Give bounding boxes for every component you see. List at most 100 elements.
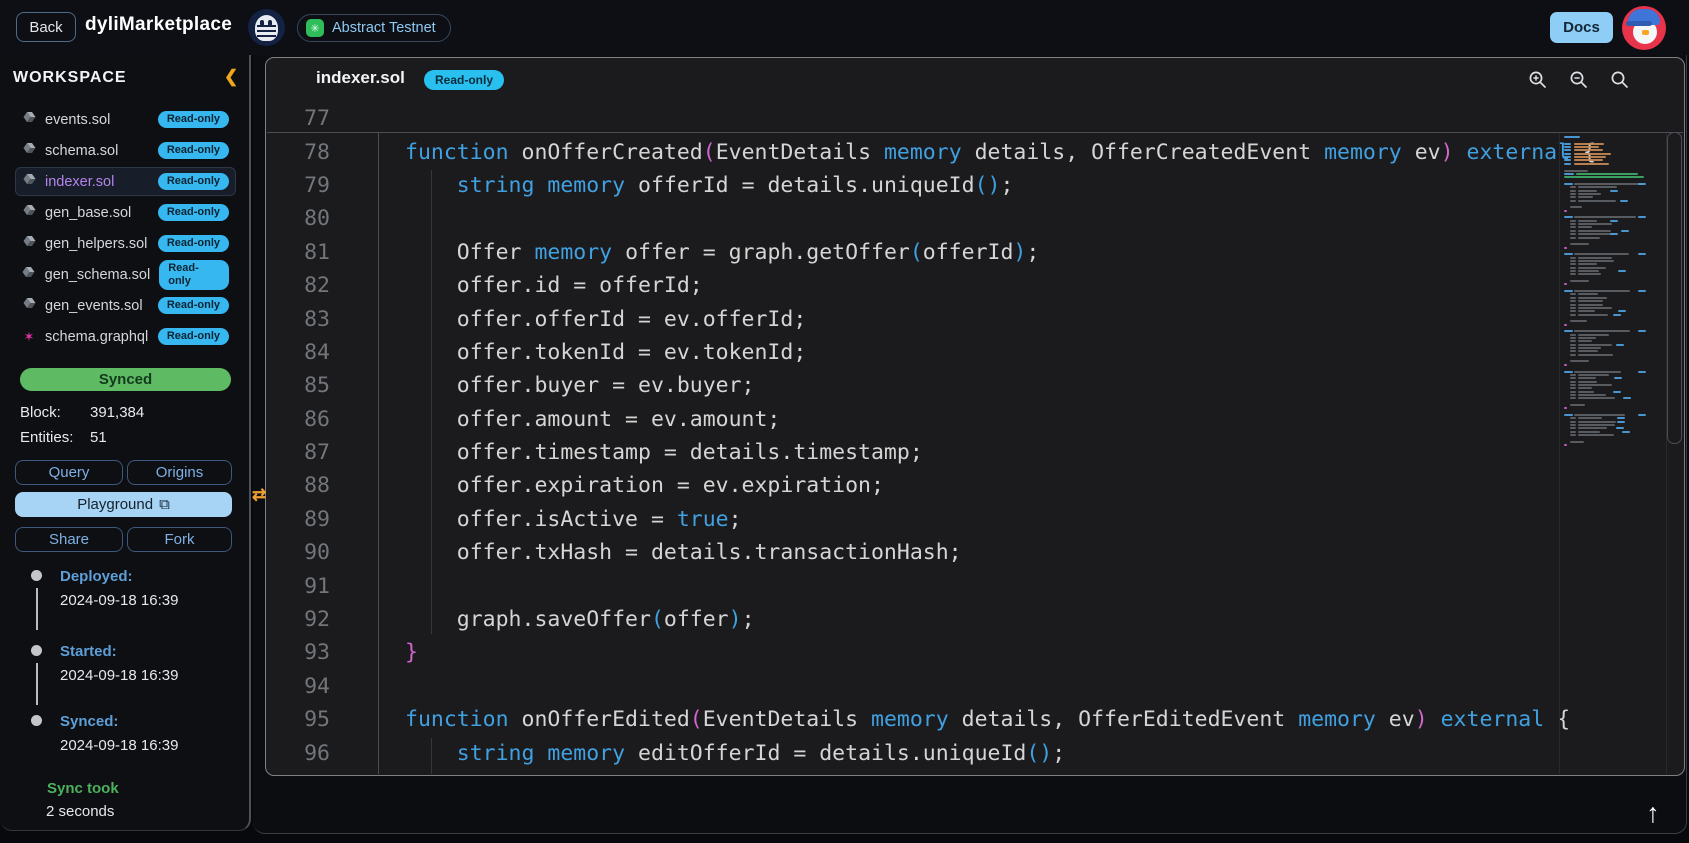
fork-button[interactable]: Fork xyxy=(127,527,232,552)
minimap-segment xyxy=(1570,267,1576,269)
minimap-row xyxy=(1560,237,1664,239)
minimap-segment xyxy=(1564,136,1580,138)
minimap-row xyxy=(1560,267,1664,269)
minimap-segment xyxy=(1564,156,1571,158)
minimap-segment xyxy=(1578,381,1597,383)
back-button[interactable]: Back xyxy=(16,12,76,42)
minimap-row xyxy=(1560,324,1664,326)
minimap-segment xyxy=(1570,196,1576,198)
minimap-row xyxy=(1560,173,1664,175)
code-token: memory xyxy=(547,741,625,766)
code-token: () xyxy=(1026,741,1052,766)
timeline-dot xyxy=(31,570,42,581)
playground-button[interactable]: Playground ⧉ xyxy=(15,492,232,517)
minimap-segment xyxy=(1578,304,1603,306)
sidebar-file-gen_base.sol[interactable]: gen_base.sol Read-only xyxy=(15,198,236,227)
penguin-avatar[interactable] xyxy=(1622,6,1666,50)
minimap-slider[interactable] xyxy=(1667,132,1682,444)
minimap-row xyxy=(1560,381,1664,383)
workspace-heading: WORKSPACE xyxy=(13,69,127,87)
sidebar-file-schema.sol[interactable]: schema.sol Read-only xyxy=(15,136,236,165)
minimap-segment xyxy=(1564,176,1644,178)
sidebar-file-events.sol[interactable]: events.sol Read-only xyxy=(15,105,236,134)
readonly-badge: Read-only xyxy=(158,235,229,252)
minimap-segment xyxy=(1578,237,1600,239)
minimap-row xyxy=(1560,136,1664,138)
minimap-segment xyxy=(1578,421,1616,423)
code-token: () xyxy=(975,173,1001,198)
arrow-up-icon[interactable]: ↑ xyxy=(1631,793,1675,833)
minimap-segment xyxy=(1578,270,1599,272)
minimap-row xyxy=(1560,444,1664,446)
minimap-segment xyxy=(1570,297,1576,299)
line-number: 79 xyxy=(267,173,354,198)
line-number: 89 xyxy=(267,507,354,532)
minimap-row xyxy=(1560,304,1664,306)
minimap-row xyxy=(1560,350,1664,352)
sidebar-file-gen_helpers.sol[interactable]: gen_helpers.sol Read-only xyxy=(15,229,236,258)
zoom-out-icon[interactable] xyxy=(1569,70,1588,89)
sidebar-file-gen_schema.sol[interactable]: gen_schema.sol Read-only xyxy=(15,260,236,289)
code-text: string memory offerId = details.uniqueId… xyxy=(354,173,1013,198)
minimap-segment xyxy=(1570,314,1576,316)
minimap-segment xyxy=(1570,300,1576,302)
minimap-row xyxy=(1560,240,1664,242)
code-token xyxy=(1428,707,1441,732)
sidebar-resize-handle[interactable]: ⇄ xyxy=(252,485,266,505)
search-icon[interactable] xyxy=(1610,70,1629,89)
minimap-row xyxy=(1560,411,1664,413)
network-badge[interactable]: ✳ Abstract Testnet xyxy=(297,14,451,42)
ghost-stripe xyxy=(257,30,276,32)
minimap-segment xyxy=(1578,257,1612,259)
minimap-row xyxy=(1560,280,1664,282)
minimap-row xyxy=(1560,364,1664,366)
minimap-segment xyxy=(1574,149,1603,151)
code-token: offer xyxy=(664,607,729,632)
line-number: 93 xyxy=(267,640,354,665)
chevron-left-icon[interactable]: ❮ xyxy=(224,67,238,87)
code-text: offer.id = offerId; xyxy=(354,273,703,298)
minimap-row xyxy=(1560,441,1664,443)
minimap-segment xyxy=(1617,421,1625,423)
code-token: offer = graph.getOffer xyxy=(612,240,910,265)
code-line-84: 84 offer.tokenId = ev.tokenId; xyxy=(267,336,1683,369)
sidebar-file-gen_events.sol[interactable]: gen_events.sol Read-only xyxy=(15,291,236,320)
minimap-segment xyxy=(1610,190,1618,192)
minimap-row xyxy=(1560,434,1664,436)
solidity-icon xyxy=(22,174,36,189)
minimap-segment xyxy=(1610,233,1618,235)
minimap-row xyxy=(1560,344,1664,346)
code-token: ev xyxy=(1402,140,1441,165)
minimap-segment xyxy=(1564,163,1571,165)
timeline-connector xyxy=(36,663,38,705)
minimap-row xyxy=(1560,320,1664,322)
minimap-segment xyxy=(1618,270,1626,272)
file-list: events.sol Read-only schema.sol Read-onl… xyxy=(0,103,251,353)
share-button[interactable]: Share xyxy=(15,527,123,552)
synced-status-button[interactable]: Synced xyxy=(20,368,231,391)
code-token: function xyxy=(405,707,509,732)
minimap-row xyxy=(1560,277,1664,279)
zoom-in-icon[interactable] xyxy=(1528,70,1547,89)
topbar: Back dyliMarketplace ✳ Abstract Testnet … xyxy=(0,0,1689,55)
minimap-segment xyxy=(1574,253,1629,255)
minimap-segment xyxy=(1614,377,1622,379)
sidebar-file-indexer.sol[interactable]: indexer.sol Read-only xyxy=(15,167,236,196)
code-viewport[interactable]: 7778function onOfferCreated(EventDetails… xyxy=(267,98,1683,774)
minimap-segment xyxy=(1570,226,1576,228)
code-token: offer.txHash = details.transactionHash; xyxy=(405,540,962,565)
code-line-94: 94 xyxy=(267,670,1683,703)
sidebar-file-schema.graphql[interactable]: ✶ schema.graphql Read-only xyxy=(15,322,236,351)
line-number: 92 xyxy=(267,607,354,632)
line-number: 85 xyxy=(267,373,354,398)
minimap-segment xyxy=(1638,216,1646,218)
docs-button[interactable]: Docs xyxy=(1550,12,1613,43)
minimap-segment xyxy=(1564,153,1571,155)
minimap[interactable] xyxy=(1559,132,1664,774)
code-line-87: 87 offer.timestamp = details.timestamp; xyxy=(267,436,1683,469)
origins-button[interactable]: Origins xyxy=(127,460,232,485)
code-token: memory xyxy=(1298,707,1376,732)
query-button[interactable]: Query xyxy=(15,460,123,485)
line-number: 83 xyxy=(267,307,354,332)
minimap-row xyxy=(1560,290,1664,292)
